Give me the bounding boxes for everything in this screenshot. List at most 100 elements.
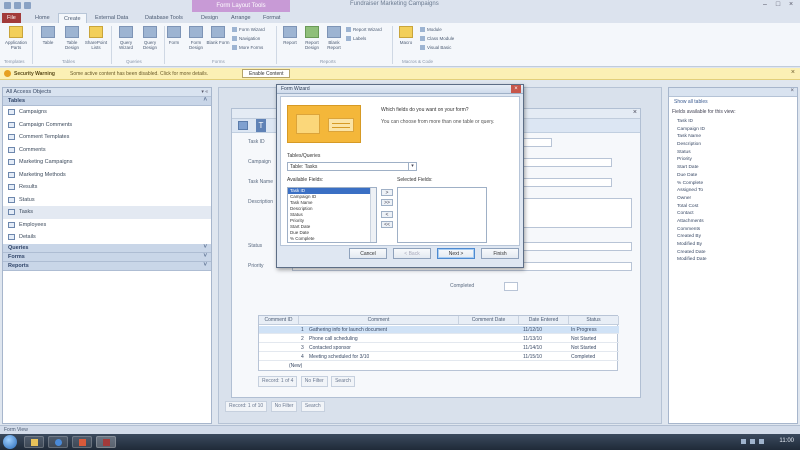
nav-item-table[interactable]: Campaign Comments	[3, 119, 211, 132]
nav-item-table[interactable]: Employees	[3, 219, 211, 232]
redo-icon[interactable]	[24, 2, 31, 9]
list-item[interactable]: Task Name	[677, 134, 707, 142]
available-fields-list[interactable]: Task ID Campaign ID Task Name Descriptio…	[287, 187, 377, 243]
list-item[interactable]: Owner	[677, 196, 707, 204]
visual-basic-button[interactable]: Visual Basic	[420, 45, 451, 50]
list-item[interactable]: Contact	[677, 211, 707, 219]
taskbar-app-browser[interactable]	[48, 436, 68, 448]
macro-button[interactable]: Macro	[394, 26, 418, 45]
list-item[interactable]: % Complete	[288, 236, 376, 242]
table-design-button[interactable]: Table Design	[60, 26, 84, 50]
enable-content-button[interactable]: Enable Content	[242, 69, 291, 78]
sharepoint-lists-button[interactable]: SharePoint Lists	[84, 26, 108, 50]
nav-item-table[interactable]: Marketing Methods	[3, 169, 211, 182]
search-box[interactable]: Search	[300, 401, 325, 412]
navigation-button[interactable]: Navigation	[232, 36, 260, 41]
class-module-button[interactable]: Class Module	[420, 36, 454, 41]
query-wizard-button[interactable]: Query Wizard	[114, 26, 138, 50]
taskbar-app-media[interactable]	[72, 436, 92, 448]
tab-home[interactable]: Home	[30, 13, 55, 23]
list-item[interactable]: Start Date	[677, 165, 707, 173]
nav-item-table-selected[interactable]: Tasks	[3, 206, 211, 219]
column-header[interactable]: Comment ID	[259, 316, 299, 325]
taskbar-app-access[interactable]	[96, 436, 116, 448]
column-header[interactable]: Comment	[299, 316, 459, 325]
tab-database-tools[interactable]: Database Tools	[140, 13, 188, 23]
list-item[interactable]: Modified By	[677, 242, 707, 250]
more-forms-button[interactable]: More Forms	[232, 45, 263, 50]
table-row[interactable]: 4 Meeting scheduled for 3/10 11/15/10 Co…	[259, 353, 619, 361]
move-all-right-button[interactable]: >>	[381, 199, 393, 206]
finish-button[interactable]: Finish	[481, 248, 519, 259]
form-button[interactable]: Form	[162, 26, 186, 45]
move-one-left-button[interactable]: <	[381, 211, 393, 218]
column-header[interactable]: Date Entered	[519, 316, 569, 325]
list-item[interactable]: Task ID	[677, 119, 707, 127]
list-item[interactable]: Assigned To	[677, 188, 707, 196]
chevron-down-icon[interactable]: ▾	[408, 163, 416, 170]
nav-item-table[interactable]: Comment Templates	[3, 131, 211, 144]
scrollbar[interactable]	[370, 188, 376, 242]
nav-item-table[interactable]: Results	[3, 181, 211, 194]
network-icon[interactable]	[750, 439, 755, 444]
close-icon[interactable]: ×	[791, 69, 795, 76]
close-icon[interactable]: ×	[511, 85, 521, 93]
undo-icon[interactable]	[14, 2, 21, 9]
clock[interactable]: 11:00	[779, 438, 794, 444]
nav-group-forms[interactable]: Forms ˅	[3, 252, 211, 262]
table-row[interactable]: 3 Contacted sponsor 11/14/10 Not Started	[259, 344, 619, 352]
list-item[interactable]: Modified Date	[677, 257, 707, 265]
security-warning-message[interactable]: Some active content has been disabled. C…	[70, 71, 208, 77]
dialog-title-bar[interactable]: Form Wizard ×	[277, 85, 523, 94]
tables-queries-select[interactable]: Table: Tasks ▾	[287, 162, 417, 171]
form-record-navigator[interactable]: Record: 1 of 10 No Filter Search	[225, 401, 327, 412]
next-button[interactable]: Next >	[437, 248, 475, 259]
query-design-button[interactable]: Query Design	[138, 26, 162, 50]
nav-group-queries[interactable]: Queries ˅	[3, 243, 211, 253]
tab-create[interactable]: Create	[58, 13, 87, 23]
search-box[interactable]: Search	[331, 376, 355, 387]
completed-checkbox[interactable]	[504, 282, 518, 291]
table-row[interactable]: 1 Gathering info for launch document 11/…	[259, 326, 619, 334]
volume-icon[interactable]	[759, 439, 764, 444]
filter-indicator[interactable]: No Filter	[300, 376, 328, 387]
save-icon[interactable]	[4, 2, 11, 9]
tab-arrange[interactable]: Arrange	[226, 13, 256, 23]
nav-item-table[interactable]: Marketing Campaigns	[3, 156, 211, 169]
table-button[interactable]: Table	[36, 26, 60, 45]
cancel-button[interactable]: Cancel	[349, 248, 387, 259]
nav-pane-header[interactable]: All Access Objects ▾ «	[3, 88, 211, 97]
blank-report-button[interactable]: Blank Report	[322, 26, 346, 50]
move-one-right-button[interactable]: >	[381, 189, 393, 196]
nav-item-table[interactable]: Details	[3, 231, 211, 244]
flag-icon[interactable]	[741, 439, 746, 444]
list-item[interactable]: Priority	[677, 157, 707, 165]
move-all-left-button[interactable]: <<	[381, 221, 393, 228]
selected-fields-list[interactable]	[397, 187, 487, 243]
maximize-icon[interactable]: □	[773, 1, 783, 9]
list-item[interactable]: Created By	[677, 234, 707, 242]
report-wizard-button[interactable]: Report Wizard	[346, 27, 382, 32]
taskbar-app-explorer[interactable]	[24, 436, 44, 448]
minimize-icon[interactable]: –	[760, 1, 770, 9]
blank-form-button[interactable]: Blank Form	[206, 26, 230, 45]
close-icon[interactable]: ×	[786, 1, 796, 9]
table-row[interactable]: 2 Phone call scheduling 11/13/10 Not Sta…	[259, 335, 619, 343]
column-header[interactable]: Comment Date	[459, 316, 519, 325]
list-item[interactable]: Description	[677, 142, 707, 150]
list-item[interactable]: Attachments	[677, 219, 707, 227]
column-header[interactable]: Status	[569, 316, 619, 325]
nav-item-table[interactable]: Status	[3, 194, 211, 207]
report-design-button[interactable]: Report Design	[300, 26, 324, 50]
start-button[interactable]	[3, 435, 17, 449]
filter-indicator[interactable]: No Filter	[270, 401, 298, 412]
chevron-down-icon[interactable]: ▾ «	[201, 89, 208, 95]
nav-item-table[interactable]: Comments	[3, 144, 211, 157]
close-icon[interactable]: ×	[633, 109, 637, 116]
show-all-tables-link[interactable]: Show all tables	[674, 99, 708, 105]
tab-external-data[interactable]: External Data	[90, 13, 133, 23]
nav-group-reports[interactable]: Reports ˅	[3, 261, 211, 271]
application-parts-button[interactable]: Application Parts	[4, 26, 28, 50]
labels-button[interactable]: Labels	[346, 36, 366, 41]
form-design-button[interactable]: Form Design	[184, 26, 208, 50]
